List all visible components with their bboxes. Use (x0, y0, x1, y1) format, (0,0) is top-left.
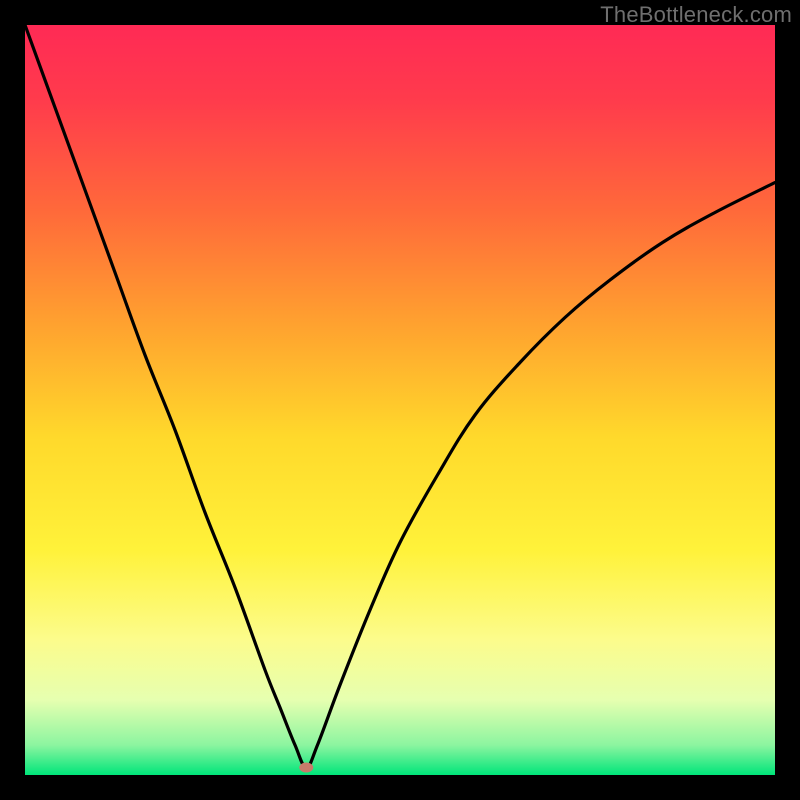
plot-area (25, 25, 775, 775)
watermark-text: TheBottleneck.com (600, 2, 792, 28)
gradient-background (25, 25, 775, 775)
optimum-marker (299, 763, 313, 773)
chart-svg (25, 25, 775, 775)
chart-frame: TheBottleneck.com (0, 0, 800, 800)
